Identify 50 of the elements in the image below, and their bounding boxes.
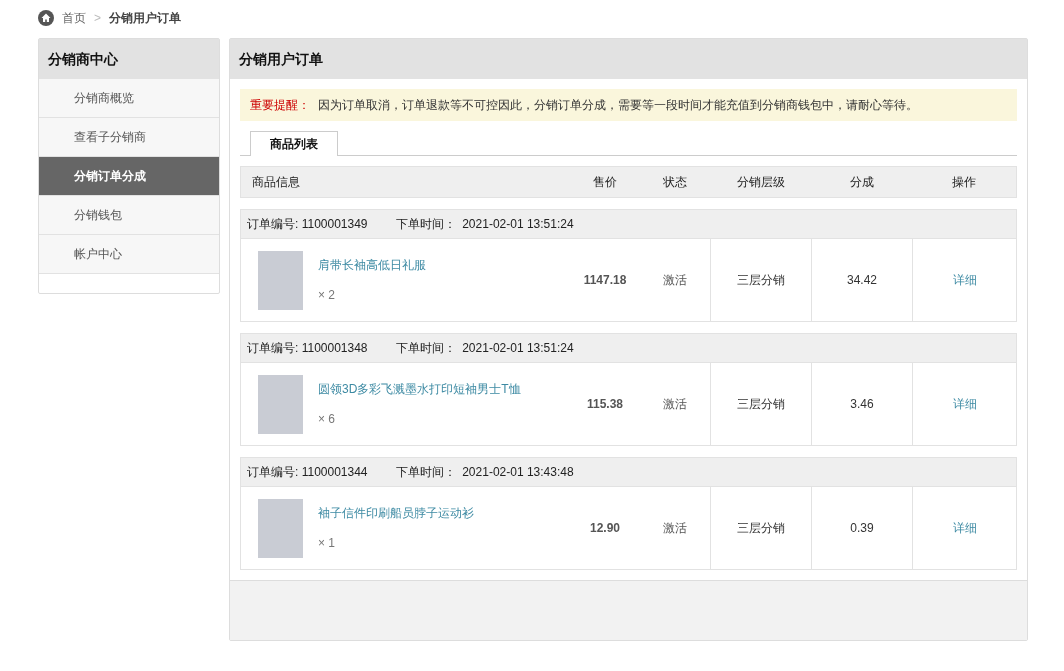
commission-text: 0.39 [850,520,874,537]
order-number: 订单编号: 1100001344 [247,464,368,481]
breadcrumb-link[interactable]: 首页 [62,9,86,27]
sidebar-title: 分销商中心 [39,39,219,79]
breadcrumb-current: 分销用户订单 [109,10,181,27]
sidebar-item[interactable]: 查看子分销商 [39,118,219,157]
photo-placeholder [258,374,303,434]
level-text: 三层分销 [737,396,785,413]
photo-placeholder [258,250,303,310]
column-header: 分成 [848,174,875,191]
detail-link[interactable]: 详细 [952,271,977,289]
product-link[interactable]: 肩带长袖高低日礼服 [318,256,426,274]
panel-title: 分销用户订单 [230,39,1027,79]
order-number: 订单编号: 1100001349 [247,216,368,233]
photo-placeholder [258,498,303,558]
order-number: 订单编号: 1100001348 [247,340,368,357]
quantity-text: × 6 [318,411,335,428]
tab[interactable]: 商品列表 [250,131,338,156]
column-header: 状态 [662,174,688,191]
price-text: 115.38 [586,396,623,413]
order-time: 下单时间： 2021-02-01 13:43:48 [395,464,574,481]
level-text: 三层分销 [737,520,785,537]
sidebar-item[interactable]: 分销商概览 [39,79,219,118]
commission-text: 34.42 [847,272,877,289]
level-text: 三层分销 [737,272,785,289]
status-text: 激活 [663,520,687,537]
status-text: 激活 [663,396,687,413]
status-text: 激活 [663,272,687,289]
price-text: 1147.18 [583,272,627,289]
column-header: 分销层级 [735,174,786,191]
detail-link[interactable]: 详细 [952,519,977,537]
column-header: 商品信息 [251,174,301,191]
order-time: 下单时间： 2021-02-01 13:51:24 [395,216,574,233]
notice-text: 因为订单取消，订单退款等不可控因此，分销订单分成，需要等一段时间才能充值到分销商钱包中，请耐心等待。 [318,98,918,112]
detail-link[interactable]: 详细 [952,395,977,413]
quantity-text: × 2 [318,287,335,304]
product-link[interactable]: 袖子信件印刷船员脖子运动衫 [318,504,474,522]
quantity-text: × 1 [318,535,335,552]
column-header: 操作 [951,174,977,191]
order-time: 下单时间： 2021-02-01 13:51:24 [395,340,574,357]
sidebar-item[interactable]: 分销钱包 [39,196,219,235]
price-text: 12.90 [590,520,620,537]
commission-text: 3.46 [850,396,874,413]
sidebar-item[interactable]: 帐户中心 [39,235,219,274]
sidebar-item[interactable]: 分销订单分成 [39,157,219,196]
column-header: 售价 [592,174,618,191]
product-link[interactable]: 圆领3D多彩飞溅墨水打印短袖男士T恤 [318,380,521,398]
notice-label: 重要提醒： [250,98,310,112]
breadcrumb-separator: > [94,10,101,27]
home-icon[interactable] [38,10,54,26]
